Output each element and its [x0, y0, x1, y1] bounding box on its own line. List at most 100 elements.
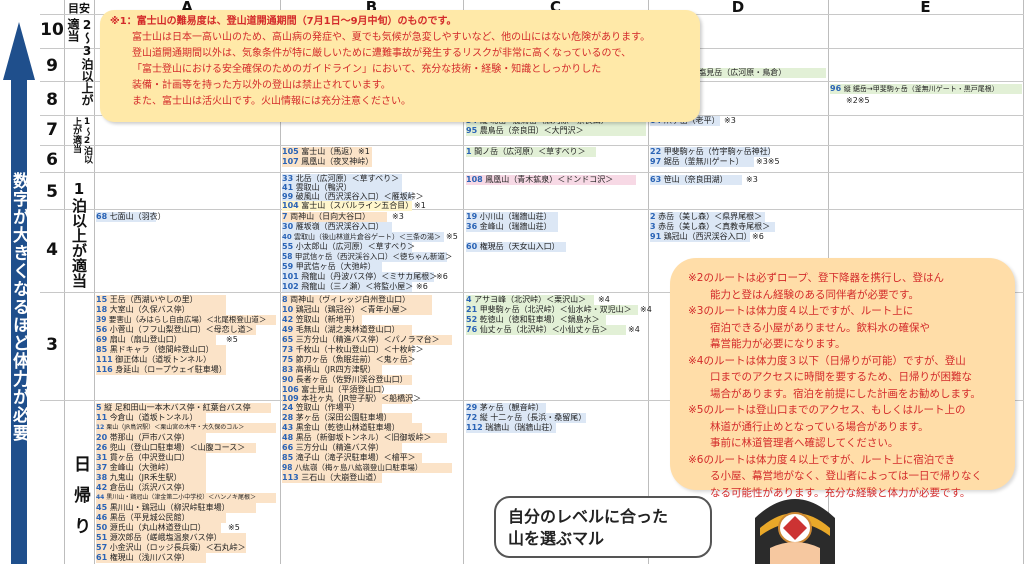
group-label-day-trip: 日帰り	[70, 455, 90, 548]
route-b4-6[interactable]: 101 飛龍山（丹波バス停）＜ミサカ尾根＞	[282, 272, 437, 282]
route-a2-10[interactable]: 45 黒川山・鶏冠山（柳沢峠駐車場）	[96, 503, 256, 513]
route-d6-1[interactable]: 97 鋸岳（釜無川ゲート）	[650, 157, 754, 167]
route-b4-7[interactable]: 102 飛龍山（三ノ瀬）＜将監小屋＞	[282, 282, 413, 292]
note2-line-9: 林道が通行止めとなっている場合があります。	[710, 420, 929, 433]
route-a2-4[interactable]: 26 兜山（登山口駐車場）＜山腹コース＞	[96, 443, 256, 453]
route-a2-3[interactable]: 20 帯那山（戸市バス停）	[96, 433, 206, 443]
route-a2-8[interactable]: 42 倉岳山（浜沢バス停）	[96, 483, 206, 493]
note2-line-7: 場合があります。宿泊を前提にした計画をお勧めします。	[710, 387, 981, 400]
note2-line-0: ※2のルートは必ずロープ、登下降器を携行し、登はん	[688, 272, 945, 284]
route-c3-3[interactable]: 76 仙丈ヶ岳（北沢峠）＜小仙丈ヶ岳＞	[466, 325, 626, 335]
route-c2-0[interactable]: 29 茅ヶ岳（観音峠）	[466, 403, 546, 413]
route-a2-12[interactable]: 50 源氏山（丸山林道登山口）	[96, 523, 221, 533]
route-d4-2[interactable]: 91 鶏冠山（西沢渓谷入口）	[650, 232, 752, 242]
route-b2-2[interactable]: 43 黒金山（乾徳山林道駐車場）	[282, 423, 422, 433]
route-b4-4[interactable]: 58 甲武信ヶ岳（西沢渓谷入口）＜徳ちゃん新道＞	[282, 252, 452, 262]
route-a2-0[interactable]: 5 縦 足和田山一本木バス停・紅葉台バス停	[96, 403, 271, 413]
route-b2-5[interactable]: 85 滝子山（滝子沢駐車場）＜檜平＞	[282, 453, 422, 463]
route-d4-1[interactable]: 3 赤岳（美し森）＜真教寺尾根＞	[650, 222, 775, 232]
route-c4-1[interactable]: 36 金峰山（瑞牆山荘）	[466, 222, 558, 232]
route-b2-0[interactable]: 24 笠取山（作場平）	[282, 403, 382, 413]
mascot-speech-bubble: 自分のレベルに合った 山を選ぶマル	[494, 496, 712, 558]
route-a3-6[interactable]: 111 御正体山（道坂トンネル）	[96, 355, 226, 365]
note2-line-5: ※4のルートは体力度３以下（日帰りが可能）ですが、登山	[688, 354, 966, 367]
mascot-icon	[755, 499, 835, 564]
fuji-warning-note: ※1：富士山の難易度は、登山道開通期間（7月1日〜9月中旬）のものです。 富士山…	[100, 10, 700, 122]
route-a2-13[interactable]: 51 源次郎岳（嵯峨塩温泉バス停）	[96, 533, 246, 543]
note1-line-1: 富士山は日本一高い山のため、高山病の発症や、夏でも気候が急変しやすいなど、他の山…	[132, 32, 651, 43]
route-b4-2[interactable]: 40 雲取山（後山林道片倉谷ゲート）＜三条の湯＞	[282, 232, 444, 242]
route-a3-3[interactable]: 56 小菅山（フフ山梨登山口）＜母恋し道＞	[96, 325, 256, 335]
route-c2-1[interactable]: 72 縦 十二ヶ岳（長浜・桑留尾）	[466, 413, 586, 423]
route-a2-2[interactable]: 12 栗山（JR鳥沢駅）＜栗山宮の木平・大久保のコル＞	[96, 423, 276, 433]
route-b3-6[interactable]: 75 節刀ヶ岳（魚眠荘前）＜鬼ヶ岳＞	[282, 355, 416, 365]
route-b2-6[interactable]: 98 八紘嶺（梅ヶ島八紘嶺登山口駐車場）	[282, 463, 452, 473]
route-c6[interactable]: 1 間ノ岳（広河原）＜草すべり＞	[466, 147, 596, 157]
route-c4-0[interactable]: 19 小川山（瑞牆山荘）	[466, 212, 558, 222]
route-c5[interactable]: 108 鳳凰山（青木鉱泉）＜ドンドコ沢＞	[466, 175, 636, 185]
route-b2-3[interactable]: 48 黒岳（新御坂トンネル）＜旧御坂峠＞	[282, 433, 447, 443]
route-b4-6-mark: ※6	[436, 272, 448, 281]
route-b4-3[interactable]: 55 小太郎山（広河原）＜草すべり＞	[282, 242, 415, 252]
header-level: 目安	[68, 2, 90, 15]
route-c2-2[interactable]: 112 瑞牆山（瑞牆山荘）	[466, 423, 557, 433]
route-c7-1[interactable]: 95 農鳥岳（奈良田）＜大門沢＞	[466, 126, 646, 136]
route-b2-1[interactable]: 28 茅ヶ岳（深田公園駐車場）	[282, 413, 412, 423]
route-b3-5[interactable]: 73 千枚山（十枚山登山口）＜十枚峠＞	[282, 345, 424, 355]
route-b2-7[interactable]: 113 三石山（大崩登山道）	[282, 473, 382, 483]
route-d7-mark: ※3	[724, 116, 736, 125]
header-col-e: E	[920, 0, 931, 16]
route-a3-7[interactable]: 116 身延山（ロープウェイ駐車場）	[96, 365, 227, 375]
route-b3-1[interactable]: 10 鶏冠山（鶏冠谷）＜青年小屋＞	[282, 305, 432, 315]
route-a2-14[interactable]: 57 小金沢山（ロッジ長兵衛）＜石丸峠＞	[96, 543, 246, 553]
side-label: 数字が大きくなるほど体力が必要	[9, 172, 29, 442]
route-a2-15[interactable]: 61 権現山（浅川バス停）	[96, 553, 206, 563]
route-a3-0[interactable]: 15 王岳（西湖いやしの里）	[96, 295, 226, 305]
route-c3-1-mark: ※4	[640, 305, 652, 314]
route-b3-0[interactable]: 8 両神山（ヴィレッジ白州登山口）	[282, 295, 432, 305]
route-b4-1[interactable]: 30 雁坂嶺（西沢渓谷入口）	[282, 222, 392, 232]
route-a2-11[interactable]: 46 黒岳（平見城公民館）	[96, 513, 226, 523]
route-b3-8[interactable]: 90 長者ヶ岳（佐野川渓谷登山口）	[282, 375, 412, 385]
route-a2-1[interactable]: 11 今倉山（道坂トンネル）	[96, 413, 206, 423]
route-d5[interactable]: 63 笹山（奈良田湖）	[650, 175, 742, 185]
route-a3-2[interactable]: 39 要害山（みはらし自由広場）＜北尾根登山道＞	[96, 315, 276, 325]
level-9: 9	[46, 56, 58, 76]
route-a4[interactable]: 68 七面山（羽衣）	[96, 212, 166, 222]
note2-line-1: 能力と登はん経験のある同伴者が必要です。	[710, 288, 919, 301]
route-c3-3-mark: ※4	[628, 325, 640, 334]
route-b4-0[interactable]: 7 両神山（日向大谷口）	[282, 212, 387, 222]
route-a2-5[interactable]: 31 貫ヶ岳（中沢登山口）	[96, 453, 206, 463]
route-c3-0[interactable]: 4 アサヨ峰（北沢峠）＜栗沢山＞	[466, 295, 594, 305]
note2-line-3: 宿泊できる小屋がありません。飲料水の確保や	[710, 321, 930, 334]
route-b3-7[interactable]: 83 高柄山（JR四方津駅）	[282, 365, 382, 375]
route-b6-1[interactable]: 107 鳳凰山（夜叉神峠）	[282, 157, 373, 167]
route-b3-4[interactable]: 65 三方分山（精進バス停）＜パノラマ台＞	[282, 335, 452, 345]
route-a3-1[interactable]: 18 大室山（久保バス停）	[96, 305, 226, 315]
route-c4-2[interactable]: 60 権現岳（天女山入口）	[466, 242, 566, 252]
route-b3-3[interactable]: 49 毛無山（湖之奥林道登山口）	[282, 325, 412, 335]
level-10: 10	[40, 20, 64, 40]
route-a2-12-mark: ※5	[228, 523, 240, 532]
route-d4-0[interactable]: 2 赤岳（美し森）＜県界尾根＞	[650, 212, 765, 222]
route-c3-1[interactable]: 21 甲斐駒ヶ岳（北沢峠）＜仙水峠・双児山＞	[466, 305, 638, 315]
route-c3-2[interactable]: 52 乾徳山（徳和駐車場）＜鍋島水＞	[466, 315, 606, 325]
route-b2-4[interactable]: 66 三方分山（精進バス停）	[282, 443, 402, 453]
route-b3-2[interactable]: 42 笠取山（新地平）	[282, 315, 362, 325]
route-a3-4-mark: ※5	[226, 335, 238, 344]
route-e8[interactable]: 96 縦 鋸岳→甲斐駒ヶ岳（釜無川ゲート・黒戸尾根）	[830, 84, 1022, 94]
route-a2-6[interactable]: 37 金峰山（大弛峠）	[96, 463, 206, 473]
note1-line-4: 装備・計画等を持った方以外の登山は禁止されています。	[132, 80, 391, 91]
route-a3-5[interactable]: 85 黒ドキャラ（徳間峠登山口）	[96, 345, 226, 355]
route-b5-3[interactable]: 104 富士山（スバルライン五合目）	[282, 201, 413, 211]
route-notes-box: ※2のルートは必ずロープ、登下降器を携行し、登はん 能力と登はん経験のある同伴者…	[670, 258, 1015, 499]
level-8: 8	[46, 90, 58, 110]
route-d6-0[interactable]: 22 甲斐駒ヶ岳（竹宇駒ヶ岳神社）	[650, 147, 776, 157]
route-c3-0-mark: ※4	[598, 295, 610, 304]
route-b4-5[interactable]: 59 甲武信ヶ岳（大弛峠）	[282, 262, 382, 272]
route-a3-4[interactable]: 69 扇山（扇山登山口）	[96, 335, 216, 345]
route-a2-9[interactable]: 44 黒川山・鶏冠山（津金第二小中学校）＜ハンノキ尾根＞	[96, 493, 276, 503]
note2-line-2: ※3のルートは体力度４以上ですが、ルート上に	[688, 305, 914, 317]
group-label-2-3-nights: 2〜3泊以上が適当	[66, 18, 94, 106]
route-a2-7[interactable]: 38 九鬼山（JR禾生駅）	[96, 473, 206, 483]
